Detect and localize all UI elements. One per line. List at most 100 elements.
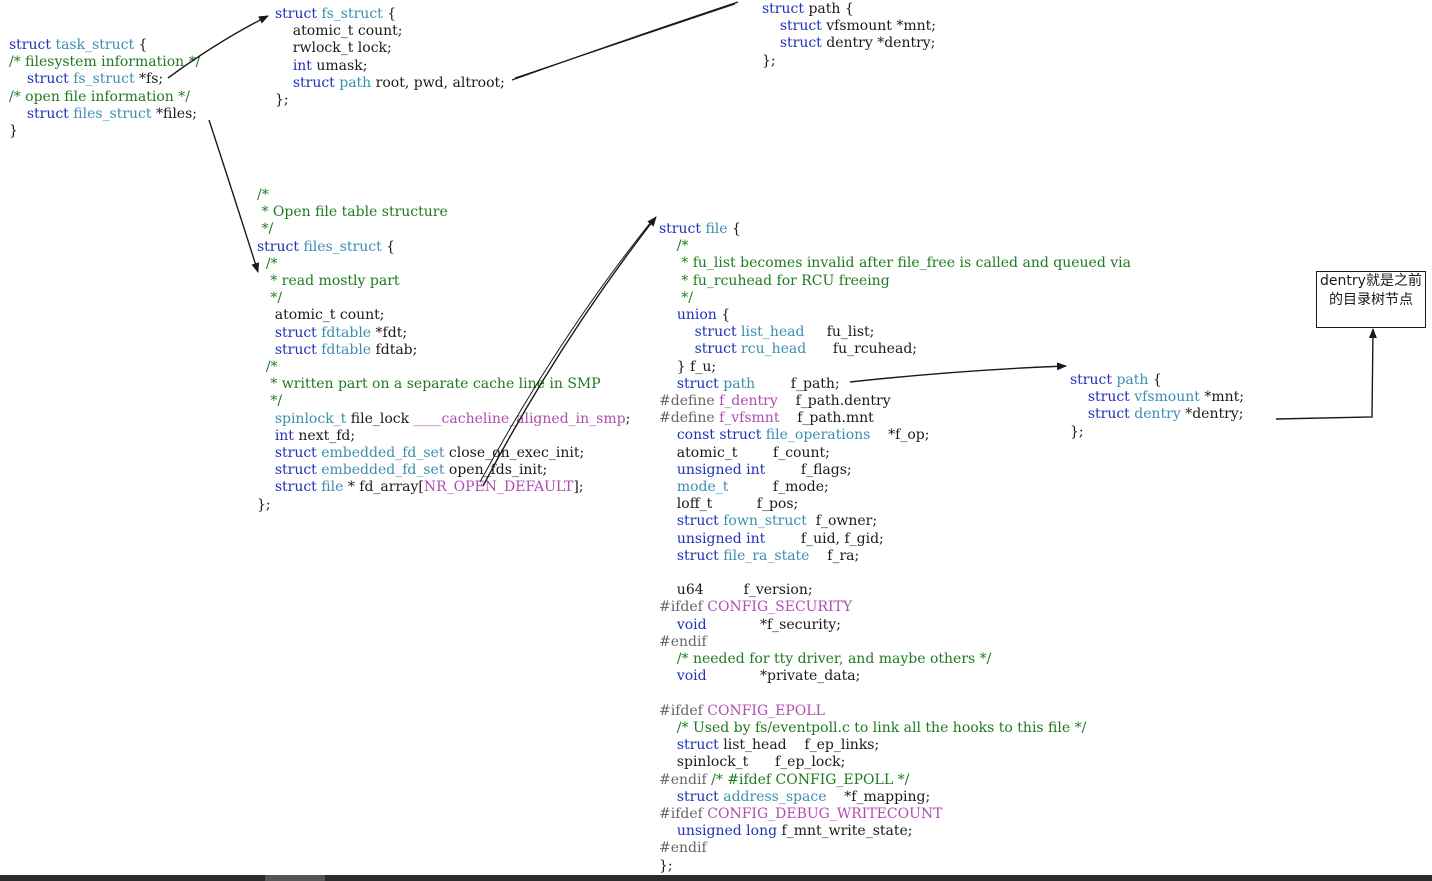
files-struct-line-9-seg-3: fdtab; <box>371 341 418 358</box>
files-struct-line-3-seg-1: files_struct <box>303 238 382 255</box>
file-struct-line-7-seg-3: fu_rcuhead; <box>806 341 917 358</box>
file-struct-line-13-seg-0: atomic_t f_count; <box>659 444 830 461</box>
task-struct-line-3-seg-0: /* open file information */ <box>9 88 190 105</box>
path-right-line-0-seg-1: path <box>1116 372 1149 388</box>
fs-struct-line-4-seg-3: root, pwd, altroot; <box>371 74 505 91</box>
task-struct-line-1-seg-0: /* filesystem information */ <box>9 54 201 71</box>
path-right-line-0-seg-2: { <box>1148 372 1162 388</box>
files-struct-line-7-seg-0: atomic_t count; <box>257 307 385 324</box>
file-struct-line-33-seg-1: struct <box>676 788 724 805</box>
files-struct-line-13-seg-3: ____cacheline_aligned_in_smp <box>413 410 626 427</box>
file-struct-line-2-seg-0: * fu_list becomes invalid after file_fre… <box>659 255 1131 272</box>
file-struct-line-32-seg-1: /* #ifdef CONFIG_EPOLL */ <box>711 771 910 788</box>
path-right-line-2-seg-2: dentry <box>1134 406 1181 423</box>
line-root-to-path-top-2 <box>514 3 736 79</box>
file-struct-line-14-seg-0 <box>659 462 677 478</box>
path-top-line-2-seg-2: dentry *dentry; <box>826 35 936 52</box>
file-struct-line-6-seg-3: fu_list; <box>804 324 875 341</box>
file-struct-block: struct file { /* * fu_list becomes inval… <box>659 221 1131 875</box>
path-right-line-1-seg-1: struct <box>1087 389 1135 406</box>
files-struct-line-3-seg-2: { <box>381 238 396 255</box>
dentry-note-text: dentry就是之前的目录树节点 <box>1320 273 1422 308</box>
fs-struct-line-1-seg-0: atomic_t count; <box>275 23 403 40</box>
fs-struct-line-2-seg-0: rwlock_t lock; <box>275 40 392 57</box>
file-struct-line-11-seg-2: f_path.mnt <box>779 410 874 427</box>
path-top-line-2-seg-0 <box>762 35 780 51</box>
file-struct-line-8-seg-0: } f_u; <box>659 358 717 375</box>
file-struct-line-3-seg-0: * fu_rcuhead for RCU freeing <box>659 272 890 289</box>
files-struct-line-2-seg-0: */ <box>257 221 274 238</box>
file-struct-line-29-seg-0: /* Used by fs/eventpoll.c to link all th… <box>659 719 1087 736</box>
files-struct-line-17-seg-1: struct <box>274 479 322 496</box>
horizontal-scrollbar[interactable] <box>0 875 1432 881</box>
file-struct-line-19-seg-1: struct <box>676 547 724 564</box>
file-struct-line-22-seg-0: #ifdef <box>659 599 708 616</box>
file-struct-line-11-seg-1: f_vfsmnt <box>719 410 780 427</box>
task-struct-line-4-seg-0 <box>9 106 27 122</box>
files-struct-line-1-seg-0: * Open file table structure <box>257 204 448 221</box>
files-struct-line-17-seg-0 <box>257 479 275 495</box>
files-struct-line-18-seg-0: }; <box>257 496 271 513</box>
fs-struct-block: struct fs_struct { atomic_t count; rwloc… <box>275 6 505 109</box>
files-struct-line-16-seg-1: struct <box>274 462 322 479</box>
task-struct-line-2-seg-0 <box>9 71 27 87</box>
file-struct-line-7-seg-2: rcu_head <box>741 341 807 358</box>
path-top-line-1-seg-0 <box>762 18 780 34</box>
arrow-files-to-files-struct <box>208 119 260 273</box>
file-struct-line-35-seg-2: f_mnt_write_state; <box>777 823 913 840</box>
files-struct-line-4-seg-0: /* <box>257 255 278 272</box>
file-struct-line-35-seg-1: unsigned long <box>676 823 778 840</box>
file-struct-line-17-seg-2: fown_struct <box>723 513 807 530</box>
files-struct-line-13-seg-1: spinlock_t <box>274 410 347 427</box>
files-struct-line-8-seg-1: struct <box>274 324 322 341</box>
file-struct-line-28-seg-0: #ifdef <box>659 702 708 719</box>
file-struct-line-28-seg-1: CONFIG_EPOLL <box>707 702 825 719</box>
file-struct-line-15-seg-0 <box>659 479 677 495</box>
files-struct-line-16-seg-0 <box>257 462 275 478</box>
fs-struct-line-3-seg-0 <box>275 58 293 74</box>
file-struct-line-10-seg-0: #define <box>659 393 720 410</box>
file-struct-line-7-seg-1: struct <box>694 341 742 358</box>
file-struct-line-18-seg-1: unsigned int <box>676 530 766 547</box>
path-top-line-2-seg-1: struct <box>779 35 827 52</box>
file-struct-line-33-seg-3: *f_mapping; <box>826 788 931 805</box>
files-struct-line-8-seg-0 <box>257 325 275 341</box>
file-struct-line-22-seg-1: CONFIG_SECURITY <box>707 599 853 616</box>
file-struct-line-10-seg-2: f_path.dentry <box>777 393 891 410</box>
file-struct-line-30-seg-0 <box>659 737 677 753</box>
files-struct-line-13-seg-4: ; <box>625 410 631 427</box>
file-struct-line-16-seg-0: loff_t f_pos; <box>659 496 799 513</box>
file-struct-line-12-seg-1: const struct <box>676 427 766 444</box>
task-struct-line-0-seg-2: { <box>134 37 148 53</box>
file-struct-line-31-seg-0: spinlock_t f_ep_lock; <box>659 754 846 771</box>
files-struct-line-15-seg-2: embedded_fd_set <box>321 445 445 462</box>
file-struct-line-21-seg-0: u64 f_version; <box>659 582 813 599</box>
path-right-line-2-seg-0 <box>1070 406 1088 422</box>
file-struct-line-14-seg-2: f_flags; <box>765 461 852 478</box>
file-struct-line-25-seg-0: /* needed for tty driver, and maybe othe… <box>659 651 992 668</box>
file-struct-line-23-seg-2: *f_security; <box>706 616 841 633</box>
file-struct-line-7-seg-0 <box>659 341 695 357</box>
task-struct-line-5-seg-0: } <box>9 123 18 140</box>
file-struct-line-15-seg-1: mode_t <box>676 479 729 496</box>
files-struct-line-16-seg-3: open_fds_init; <box>444 462 548 479</box>
task-struct-line-4-seg-3: *files; <box>151 105 197 122</box>
files-struct-line-16-seg-2: embedded_fd_set <box>321 462 445 479</box>
task-struct-line-2-seg-2: fs_struct <box>73 71 135 88</box>
file-struct-line-18-seg-2: f_uid, f_gid; <box>765 530 884 547</box>
file-struct-line-35-seg-0 <box>659 823 677 839</box>
file-struct-line-0-seg-2: { <box>727 221 741 237</box>
file-struct-line-5-seg-1: union <box>676 307 717 324</box>
files-struct-line-3-seg-0: struct <box>257 238 304 255</box>
file-struct-line-5-seg-0 <box>659 307 677 323</box>
file-struct-line-26-seg-1: void <box>676 668 707 685</box>
scrollbar-thumb[interactable] <box>265 875 325 881</box>
file-struct-line-34-seg-0: #ifdef <box>659 805 708 822</box>
path-right-line-1-seg-0 <box>1070 389 1088 405</box>
files-struct-line-17-seg-5: ]; <box>573 479 584 496</box>
files-struct-line-9-seg-0 <box>257 342 275 358</box>
file-struct-line-24-seg-0: #endif <box>659 633 707 650</box>
files-struct-line-5-seg-0: * read mostly part <box>257 273 400 290</box>
task-struct-line-0-seg-1: task_struct <box>55 37 135 53</box>
task-struct-line-4-seg-1: struct <box>26 105 74 122</box>
